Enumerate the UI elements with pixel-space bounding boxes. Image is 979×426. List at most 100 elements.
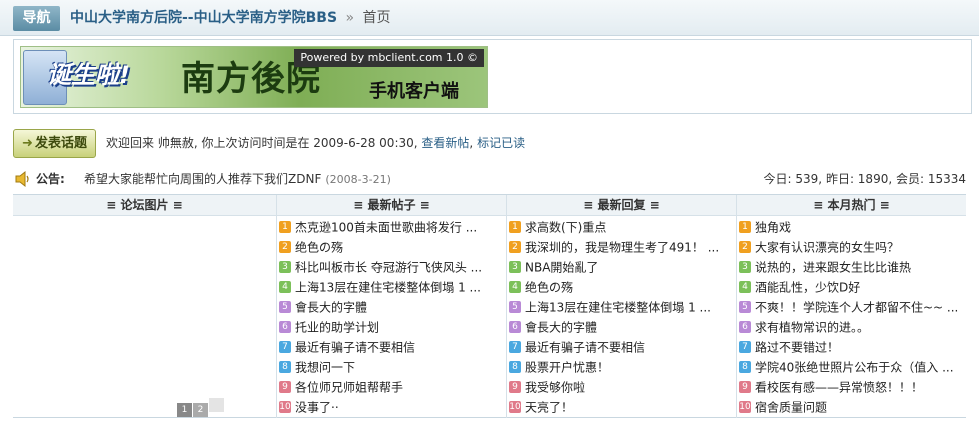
breadcrumb: 中山大学南方后院--中山大学南方学院BBS » 首页 <box>70 9 391 27</box>
latest-posts-list: 1 杰克逊100首未面世歌曲将发行 ... 2 绝色の殇 3 科比叫板市长 夺冠游行飞侠风… <box>279 217 504 417</box>
latest-reply-link[interactable]: NBA開始亂了 <box>525 261 598 275</box>
latest-post-item: 4 上海13层在建住宅楼整体倒塌 1 ... <box>279 277 504 297</box>
rank-number-icon: 1 <box>509 220 521 233</box>
monthly-hot-link[interactable]: 不爽！！学院连个人才都留不住~~ ... <box>755 301 958 315</box>
latest-replies-list: 1 求高数(下)重点 2 我深圳的，我是物理生考了491！ ... 3 NBA開始亂了 4 绝… <box>509 217 734 417</box>
latest-post-item: 7 最近有骗子请不要相信 <box>279 337 504 357</box>
latest-post-link[interactable]: 上海13层在建住宅楼整体倒塌 1 ... <box>295 281 481 295</box>
monthly-hot-link[interactable]: 宿舍质量问题 <box>755 401 827 415</box>
table-header: ≡ 论坛图片 ≡ ≡ 最新帖子 ≡ ≡ 最新回复 ≡ ≡ 本月热门 ≡ <box>13 195 966 216</box>
monthly-hot-link[interactable]: 酒能乱性，少饮D好 <box>755 281 860 295</box>
rank-number-icon: 2 <box>739 240 751 253</box>
latest-post-link[interactable]: 我想问一下 <box>295 361 355 375</box>
breadcrumb-separator: » <box>345 10 355 26</box>
breadcrumb-home: 首页 <box>362 10 391 26</box>
latest-reply-item: 9 我受够你啦 <box>509 377 734 397</box>
announcement-link[interactable]: 希望大家能帮忙向周围的人推荐下我们ZDNF <box>84 172 321 186</box>
latest-post-link[interactable]: 托业的助学计划 <box>295 321 379 335</box>
latest-reply-link[interactable]: 會長大的字體 <box>525 321 597 335</box>
monthly-hot-list: 1 独角戏 2 大家有认识漂亮的女生吗？ 3 说热的，进来跟女生比比谁热 4 酒能乱性，少饮D… <box>739 217 964 417</box>
latest-reply-link[interactable]: 天亮了！ <box>525 401 573 415</box>
pager-page-3[interactable] <box>209 398 224 412</box>
monthly-hot-link[interactable]: 路过不要错过！ <box>755 341 839 355</box>
latest-post-link[interactable]: 绝色の殇 <box>295 241 343 255</box>
monthly-hot-link[interactable]: 看校医有感——异常愤怒！！！ <box>755 381 923 395</box>
monthly-hot-item: 6 求有植物常识的进。。 <box>739 317 964 337</box>
nav-tag[interactable]: 导航 <box>13 6 60 31</box>
monthly-hot-item: 2 大家有认识漂亮的女生吗？ <box>739 237 964 257</box>
announcement-date: (2008-3-21) <box>325 173 391 186</box>
rank-number-icon: 8 <box>739 360 751 373</box>
latest-reply-link[interactable]: 最近有骗子请不要相信 <box>525 341 645 355</box>
latest-post-link[interactable]: 科比叫板市长 夺冠游行飞侠风头 ... <box>295 261 482 275</box>
new-topic-button[interactable]: ➜ 发表话题 <box>13 129 96 158</box>
breadcrumb-forum-link[interactable]: 中山大学南方后院--中山大学南方学院BBS <box>70 10 337 26</box>
latest-post-link[interactable]: 各位师兄师姐帮帮手 <box>295 381 403 395</box>
rank-number-icon: 3 <box>509 260 521 273</box>
rank-number-icon: 2 <box>509 240 521 253</box>
monthly-hot-link[interactable]: 说热的，进来跟女生比比谁热 <box>755 261 911 275</box>
latest-reply-link[interactable]: 我深圳的，我是物理生考了491！ ... <box>525 241 719 255</box>
mark-read-link[interactable]: 标记已读 <box>477 136 525 150</box>
latest-post-item: 2 绝色の殇 <box>279 237 504 257</box>
latest-post-item: 8 我想问一下 <box>279 357 504 377</box>
rank-number-icon: 8 <box>509 360 521 373</box>
latest-post-item: 1 杰克逊100首未面世歌曲将发行 ... <box>279 217 504 237</box>
latest-post-link[interactable]: 會長大的字體 <box>295 301 367 315</box>
image-pager: 12 <box>177 398 225 417</box>
view-new-posts-link[interactable]: 查看新帖 <box>421 136 469 150</box>
monthly-hot-item: 7 路过不要错过！ <box>739 337 964 357</box>
top-nav-bar: 导航 中山大学南方后院--中山大学南方学院BBS » 首页 <box>0 0 979 36</box>
latest-post-link[interactable]: 没事了·· <box>295 401 339 415</box>
rank-number-icon: 1 <box>739 220 751 233</box>
monthly-hot-item: 1 独角戏 <box>739 217 964 237</box>
column-divider <box>276 195 277 418</box>
latest-reply-item: 1 求高数(下)重点 <box>509 217 734 237</box>
latest-post-link[interactable]: 最近有骗子请不要相信 <box>295 341 415 355</box>
rank-number-icon: 6 <box>509 320 521 333</box>
column-header-monthly-hot: ≡ 本月热门 ≡ <box>813 198 890 212</box>
monthly-hot-link[interactable]: 学院40张绝世照片公布于众（值入 ... <box>755 361 954 375</box>
latest-reply-item: 8 股票开户忧惠！ <box>509 357 734 377</box>
pager-page-1[interactable]: 1 <box>177 403 192 417</box>
banner-container: 诞生啦! 南方後院 Powered by mbclient.com 1.0 © … <box>13 39 972 114</box>
latest-reply-link[interactable]: 求高数(下)重点 <box>525 221 606 235</box>
welcome-text: 欢迎回来 帅無赦, 你上次访问时间是在 2009-6-28 00:30, <box>106 136 418 150</box>
rank-number-icon: 9 <box>279 380 291 393</box>
column-header-latest-posts: ≡ 最新帖子 ≡ <box>353 198 430 212</box>
latest-reply-item: 2 我深圳的，我是物理生考了491！ ... <box>509 237 734 257</box>
monthly-hot-link[interactable]: 独角戏 <box>755 221 791 235</box>
rank-number-icon: 5 <box>509 300 521 313</box>
monthly-hot-item: 4 酒能乱性，少饮D好 <box>739 277 964 297</box>
rank-number-icon: 6 <box>739 320 751 333</box>
monthly-hot-link[interactable]: 求有植物常识的进。。 <box>755 321 869 335</box>
latest-reply-item: 7 最近有骗子请不要相信 <box>509 337 734 357</box>
latest-post-link[interactable]: 杰克逊100首未面世歌曲将发行 ... <box>295 221 477 235</box>
rank-number-icon: 9 <box>739 380 751 393</box>
latest-reply-item: 4 绝色の殇 <box>509 277 734 297</box>
rank-number-icon: 5 <box>739 300 751 313</box>
rank-number-icon: 4 <box>739 280 751 293</box>
rank-number-icon: 8 <box>279 360 291 373</box>
monthly-hot-link[interactable]: 大家有认识漂亮的女生吗？ <box>755 241 899 255</box>
rank-number-icon: 1 <box>279 220 291 233</box>
rank-number-icon: 3 <box>279 260 291 273</box>
pager-page-2[interactable]: 2 <box>193 403 208 417</box>
column-header-latest-replies: ≡ 最新回复 ≡ <box>583 198 660 212</box>
latest-post-item: 3 科比叫板市长 夺冠游行飞侠风头 ... <box>279 257 504 277</box>
latest-reply-link[interactable]: 我受够你啦 <box>525 381 585 395</box>
rank-number-icon: 3 <box>739 260 751 273</box>
announcement-label: 公告: <box>36 172 65 186</box>
banner-powered-by: Powered by mbclient.com 1.0 © <box>294 49 484 67</box>
monthly-hot-item: 8 学院40张绝世照片公布于众（值入 ... <box>739 357 964 377</box>
rank-number-icon: 4 <box>509 280 521 293</box>
new-topic-label: 发表话题 <box>34 136 87 151</box>
latest-reply-item: 6 會長大的字體 <box>509 317 734 337</box>
latest-reply-link[interactable]: 绝色の殇 <box>525 281 573 295</box>
latest-reply-link[interactable]: 股票开户忧惠！ <box>525 361 609 375</box>
client-banner[interactable]: 诞生啦! 南方後院 Powered by mbclient.com 1.0 © … <box>20 46 488 108</box>
welcome-message: 欢迎回来 帅無赦, 你上次访问时间是在 2009-6-28 00:30, 查看新… <box>106 136 526 150</box>
rank-number-icon: 9 <box>509 380 521 393</box>
latest-reply-link[interactable]: 上海13层在建住宅楼整体倒塌 1 ... <box>525 301 711 315</box>
column-header-images: ≡ 论坛图片 ≡ <box>106 198 183 212</box>
